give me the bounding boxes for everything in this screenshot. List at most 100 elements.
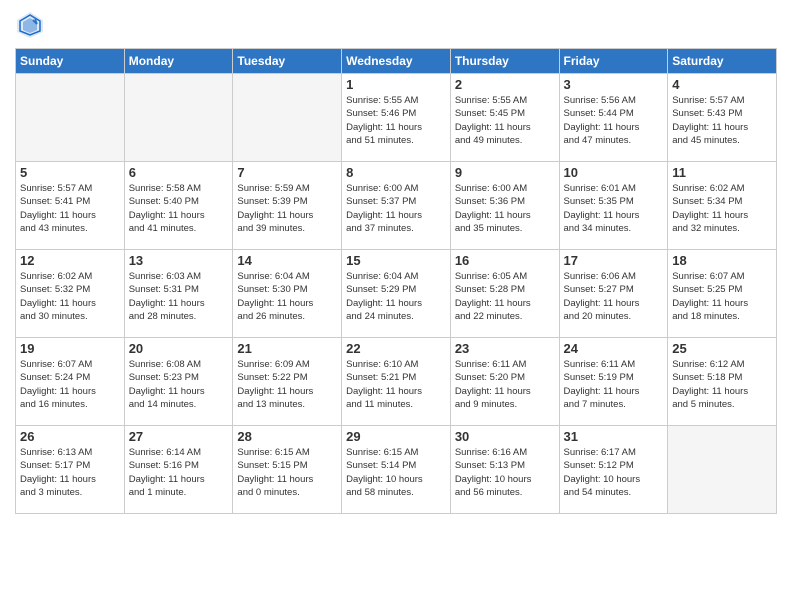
day-number: 23 bbox=[455, 341, 555, 356]
calendar-week-row: 19 Sunrise: 6:07 AM Sunset: 5:24 PM Dayli… bbox=[16, 338, 777, 426]
calendar-cell: 4Sunrise: 5:57 AM Sunset: 5:43 PM Daylig… bbox=[668, 74, 777, 162]
day-number: 29 bbox=[346, 429, 446, 444]
day-number: 16 bbox=[455, 253, 555, 268]
day-number: 13 bbox=[129, 253, 229, 268]
day-number: 8 bbox=[346, 165, 446, 180]
calendar-cell: 20 Sunrise: 6:08 AM Sunset: 5:23 PM Dayli… bbox=[124, 338, 233, 426]
day-of-week-header: Friday bbox=[559, 49, 668, 74]
day-info: Sunrise: 6:07 AM Sunset: 5:24 PM Dayligh… bbox=[20, 358, 120, 411]
logo-icon bbox=[15, 10, 45, 40]
day-of-week-header: Thursday bbox=[450, 49, 559, 74]
day-number: 25 bbox=[672, 341, 772, 356]
day-number: 17 bbox=[564, 253, 664, 268]
day-info: Sunrise: 6:13 AM Sunset: 5:17 PM Dayligh… bbox=[20, 446, 120, 499]
day-number: 7 bbox=[237, 165, 337, 180]
day-info: Sunrise: 6:15 AM Sunset: 5:15 PM Dayligh… bbox=[237, 446, 337, 499]
calendar-cell: 12 Sunrise: 6:02 AM Sunset: 5:32 PM Dayli… bbox=[16, 250, 125, 338]
day-info: Sunrise: 6:17 AM Sunset: 5:12 PM Dayligh… bbox=[564, 446, 664, 499]
calendar-cell: 2 Sunrise: 5:55 AM Sunset: 5:45 PM Daylig… bbox=[450, 74, 559, 162]
calendar-cell: 23 Sunrise: 6:11 AM Sunset: 5:20 PM Dayli… bbox=[450, 338, 559, 426]
day-info: Sunrise: 6:10 AM Sunset: 5:21 PM Dayligh… bbox=[346, 358, 446, 411]
day-number: 28 bbox=[237, 429, 337, 444]
calendar-week-row: 12 Sunrise: 6:02 AM Sunset: 5:32 PM Dayli… bbox=[16, 250, 777, 338]
day-number: 10 bbox=[564, 165, 664, 180]
calendar-cell: 17 Sunrise: 6:06 AM Sunset: 5:27 PM Dayli… bbox=[559, 250, 668, 338]
day-number: 22 bbox=[346, 341, 446, 356]
day-number: 6 bbox=[129, 165, 229, 180]
calendar-cell: 14Sunrise: 6:04 AM Sunset: 5:30 PM Dayli… bbox=[233, 250, 342, 338]
page-container: SundayMondayTuesdayWednesdayThursdayFrid… bbox=[0, 0, 792, 612]
day-number: 31 bbox=[564, 429, 664, 444]
day-number: 18 bbox=[672, 253, 772, 268]
day-info: Sunrise: 6:14 AM Sunset: 5:16 PM Dayligh… bbox=[129, 446, 229, 499]
day-info: Sunrise: 6:05 AM Sunset: 5:28 PM Dayligh… bbox=[455, 270, 555, 323]
day-info: Sunrise: 6:06 AM Sunset: 5:27 PM Dayligh… bbox=[564, 270, 664, 323]
calendar-cell: 13 Sunrise: 6:03 AM Sunset: 5:31 PM Dayli… bbox=[124, 250, 233, 338]
day-number: 24 bbox=[564, 341, 664, 356]
days-of-week-row: SundayMondayTuesdayWednesdayThursdayFrid… bbox=[16, 49, 777, 74]
calendar-cell bbox=[668, 426, 777, 514]
day-number: 11 bbox=[672, 165, 772, 180]
day-info: Sunrise: 5:57 AM Sunset: 5:41 PM Dayligh… bbox=[20, 182, 120, 235]
calendar-cell: 28 Sunrise: 6:15 AM Sunset: 5:15 PM Dayli… bbox=[233, 426, 342, 514]
calendar-cell bbox=[233, 74, 342, 162]
day-info: Sunrise: 6:03 AM Sunset: 5:31 PM Dayligh… bbox=[129, 270, 229, 323]
calendar-cell bbox=[124, 74, 233, 162]
day-number: 26 bbox=[20, 429, 120, 444]
calendar-cell: 18Sunrise: 6:07 AM Sunset: 5:25 PM Dayli… bbox=[668, 250, 777, 338]
day-number: 2 bbox=[455, 77, 555, 92]
day-info: Sunrise: 6:12 AM Sunset: 5:18 PM Dayligh… bbox=[672, 358, 772, 411]
day-info: Sunrise: 6:11 AM Sunset: 5:19 PM Dayligh… bbox=[564, 358, 664, 411]
day-info: Sunrise: 6:02 AM Sunset: 5:34 PM Dayligh… bbox=[672, 182, 772, 235]
day-of-week-header: Monday bbox=[124, 49, 233, 74]
day-number: 20 bbox=[129, 341, 229, 356]
day-number: 12 bbox=[20, 253, 120, 268]
day-info: Sunrise: 6:04 AM Sunset: 5:29 PM Dayligh… bbox=[346, 270, 446, 323]
calendar-cell: 3Sunrise: 5:56 AM Sunset: 5:44 PM Daylig… bbox=[559, 74, 668, 162]
calendar-cell: 9Sunrise: 6:00 AM Sunset: 5:36 PM Daylig… bbox=[450, 162, 559, 250]
calendar-cell: 7 Sunrise: 5:59 AM Sunset: 5:39 PM Daylig… bbox=[233, 162, 342, 250]
day-info: Sunrise: 6:11 AM Sunset: 5:20 PM Dayligh… bbox=[455, 358, 555, 411]
calendar-week-row: 26 Sunrise: 6:13 AM Sunset: 5:17 PM Dayli… bbox=[16, 426, 777, 514]
calendar-cell: 25 Sunrise: 6:12 AM Sunset: 5:18 PM Dayli… bbox=[668, 338, 777, 426]
day-info: Sunrise: 6:00 AM Sunset: 5:36 PM Dayligh… bbox=[455, 182, 555, 235]
calendar-cell: 30 Sunrise: 6:16 AM Sunset: 5:13 PM Dayli… bbox=[450, 426, 559, 514]
calendar-cell: 11 Sunrise: 6:02 AM Sunset: 5:34 PM Dayli… bbox=[668, 162, 777, 250]
day-info: Sunrise: 6:02 AM Sunset: 5:32 PM Dayligh… bbox=[20, 270, 120, 323]
header bbox=[15, 10, 777, 40]
day-of-week-header: Wednesday bbox=[342, 49, 451, 74]
calendar-cell: 1 Sunrise: 5:55 AM Sunset: 5:46 PM Daylig… bbox=[342, 74, 451, 162]
day-number: 5 bbox=[20, 165, 120, 180]
day-info: Sunrise: 6:16 AM Sunset: 5:13 PM Dayligh… bbox=[455, 446, 555, 499]
day-info: Sunrise: 6:08 AM Sunset: 5:23 PM Dayligh… bbox=[129, 358, 229, 411]
calendar-table: SundayMondayTuesdayWednesdayThursdayFrid… bbox=[15, 48, 777, 514]
calendar-cell: 8 Sunrise: 6:00 AM Sunset: 5:37 PM Daylig… bbox=[342, 162, 451, 250]
calendar-cell: 29 Sunrise: 6:15 AM Sunset: 5:14 PM Dayli… bbox=[342, 426, 451, 514]
calendar-cell bbox=[16, 74, 125, 162]
day-info: Sunrise: 5:55 AM Sunset: 5:45 PM Dayligh… bbox=[455, 94, 555, 147]
calendar-cell: 22 Sunrise: 6:10 AM Sunset: 5:21 PM Dayli… bbox=[342, 338, 451, 426]
day-info: Sunrise: 5:55 AM Sunset: 5:46 PM Dayligh… bbox=[346, 94, 446, 147]
calendar-cell: 31 Sunrise: 6:17 AM Sunset: 5:12 PM Dayli… bbox=[559, 426, 668, 514]
day-info: Sunrise: 6:00 AM Sunset: 5:37 PM Dayligh… bbox=[346, 182, 446, 235]
day-number: 4 bbox=[672, 77, 772, 92]
calendar-body: 1 Sunrise: 5:55 AM Sunset: 5:46 PM Daylig… bbox=[16, 74, 777, 514]
day-of-week-header: Saturday bbox=[668, 49, 777, 74]
day-info: Sunrise: 5:59 AM Sunset: 5:39 PM Dayligh… bbox=[237, 182, 337, 235]
calendar-cell: 26 Sunrise: 6:13 AM Sunset: 5:17 PM Dayli… bbox=[16, 426, 125, 514]
calendar-week-row: 1 Sunrise: 5:55 AM Sunset: 5:46 PM Daylig… bbox=[16, 74, 777, 162]
day-info: Sunrise: 5:56 AM Sunset: 5:44 PM Dayligh… bbox=[564, 94, 664, 147]
calendar-cell: 10Sunrise: 6:01 AM Sunset: 5:35 PM Dayli… bbox=[559, 162, 668, 250]
day-info: Sunrise: 6:15 AM Sunset: 5:14 PM Dayligh… bbox=[346, 446, 446, 499]
day-number: 1 bbox=[346, 77, 446, 92]
calendar-cell: 27Sunrise: 6:14 AM Sunset: 5:16 PM Dayli… bbox=[124, 426, 233, 514]
day-of-week-header: Sunday bbox=[16, 49, 125, 74]
day-number: 15 bbox=[346, 253, 446, 268]
day-of-week-header: Tuesday bbox=[233, 49, 342, 74]
day-info: Sunrise: 5:58 AM Sunset: 5:40 PM Dayligh… bbox=[129, 182, 229, 235]
calendar-cell: 15 Sunrise: 6:04 AM Sunset: 5:29 PM Dayli… bbox=[342, 250, 451, 338]
day-number: 30 bbox=[455, 429, 555, 444]
day-number: 14 bbox=[237, 253, 337, 268]
day-number: 19 bbox=[20, 341, 120, 356]
calendar-cell: 19 Sunrise: 6:07 AM Sunset: 5:24 PM Dayli… bbox=[16, 338, 125, 426]
